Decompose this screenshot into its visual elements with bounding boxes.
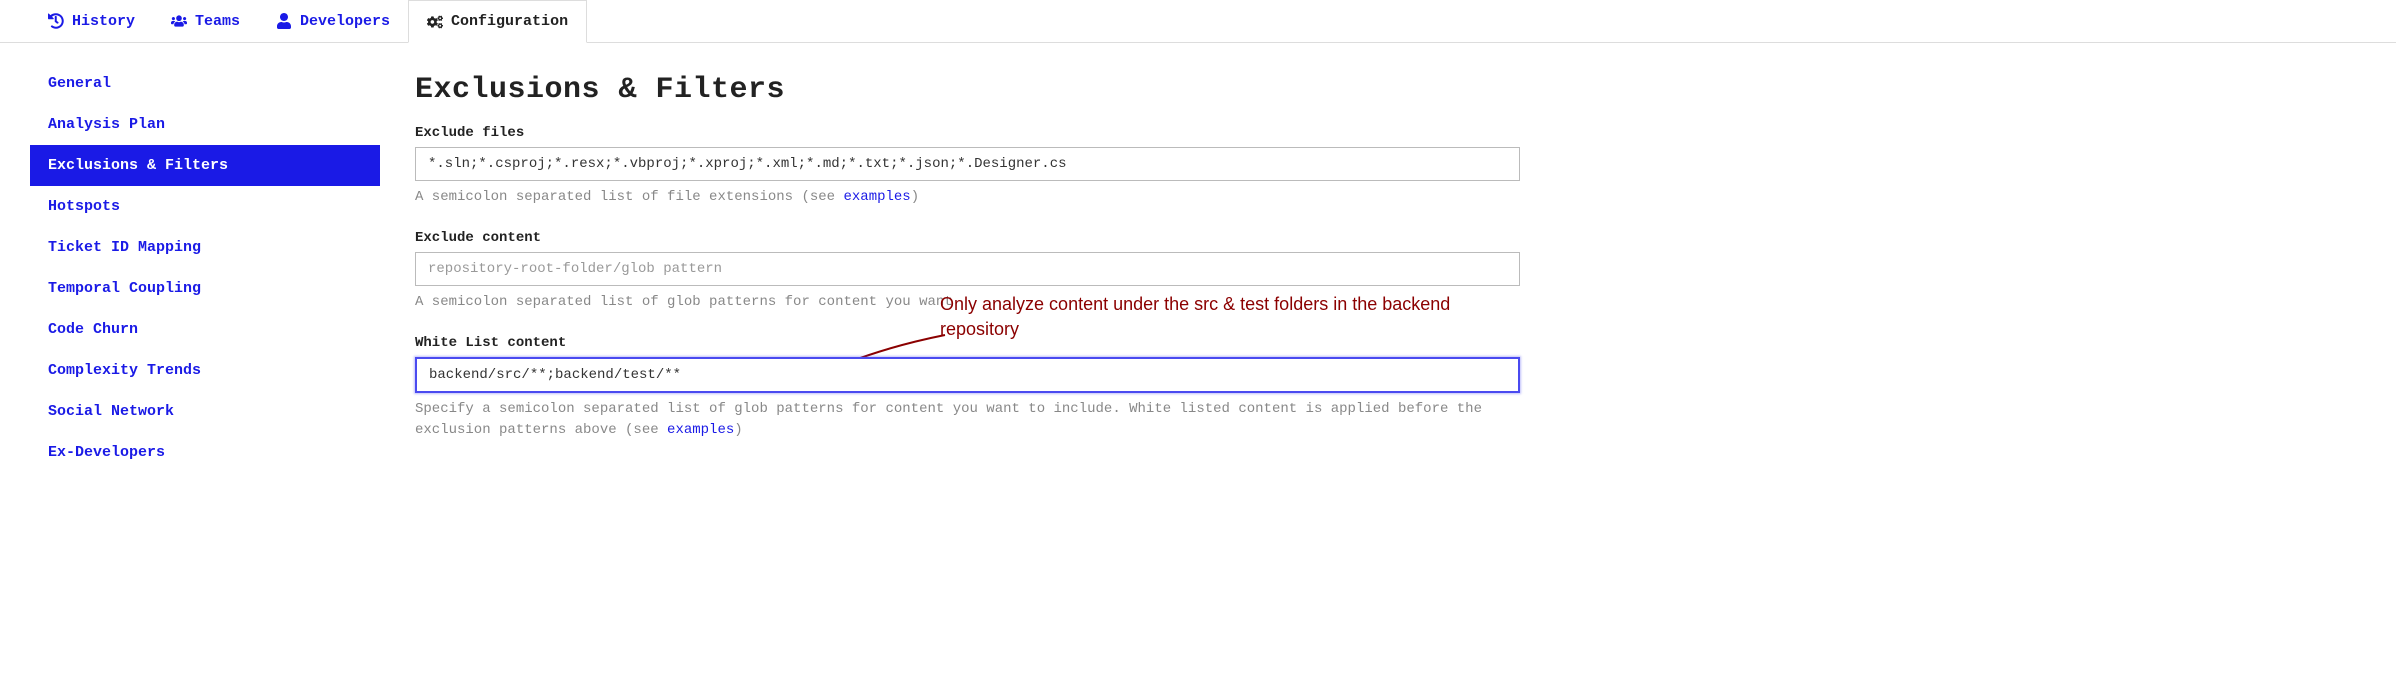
tab-label: Configuration bbox=[451, 13, 568, 30]
content-area: General Analysis Plan Exclusions & Filte… bbox=[0, 43, 2396, 473]
tab-configuration[interactable]: Configuration bbox=[408, 0, 587, 43]
field-whitelist-content: White List content Specify a semicolon s… bbox=[415, 335, 1520, 441]
examples-link[interactable]: examples bbox=[667, 422, 734, 438]
exclude-content-label: Exclude content bbox=[415, 230, 1520, 246]
exclude-files-input[interactable] bbox=[415, 147, 1520, 181]
tab-developers[interactable]: Developers bbox=[258, 0, 408, 42]
tab-label: Teams bbox=[195, 13, 240, 30]
history-icon bbox=[48, 13, 64, 29]
gears-icon bbox=[427, 14, 443, 30]
user-icon bbox=[276, 13, 292, 29]
page-title: Exclusions & Filters bbox=[415, 73, 1520, 107]
sidebar-item-exclusions-filters[interactable]: Exclusions & Filters bbox=[30, 145, 380, 186]
tab-label: Developers bbox=[300, 13, 390, 30]
sidebar-item-analysis-plan[interactable]: Analysis Plan bbox=[30, 104, 380, 145]
sidebar-item-temporal-coupling[interactable]: Temporal Coupling bbox=[30, 268, 380, 309]
field-exclude-content: Exclude content A semicolon separated li… bbox=[415, 230, 1520, 313]
sidebar: General Analysis Plan Exclusions & Filte… bbox=[0, 63, 380, 473]
exclude-content-input[interactable] bbox=[415, 252, 1520, 286]
sidebar-item-code-churn[interactable]: Code Churn bbox=[30, 309, 380, 350]
sidebar-item-ex-developers[interactable]: Ex-Developers bbox=[30, 432, 380, 473]
field-exclude-files: Exclude files A semicolon separated list… bbox=[415, 125, 1520, 208]
tab-teams[interactable]: Teams bbox=[153, 0, 258, 42]
sidebar-item-hotspots[interactable]: Hotspots bbox=[30, 186, 380, 227]
whitelist-input[interactable] bbox=[415, 357, 1520, 393]
tab-bar: History Teams Developers Configuration bbox=[0, 0, 2396, 43]
sidebar-item-ticket-id-mapping[interactable]: Ticket ID Mapping bbox=[30, 227, 380, 268]
users-icon bbox=[171, 13, 187, 29]
sidebar-item-social-network[interactable]: Social Network bbox=[30, 391, 380, 432]
exclude-files-label: Exclude files bbox=[415, 125, 1520, 141]
tab-label: History bbox=[72, 13, 135, 30]
tab-history[interactable]: History bbox=[30, 0, 153, 42]
examples-link[interactable]: examples bbox=[843, 189, 910, 205]
main-panel: Exclusions & Filters Exclude files A sem… bbox=[380, 63, 1560, 473]
sidebar-item-complexity-trends[interactable]: Complexity Trends bbox=[30, 350, 380, 391]
whitelist-label: White List content bbox=[415, 335, 1520, 351]
sidebar-item-general[interactable]: General bbox=[30, 63, 380, 104]
exclude-files-help: A semicolon separated list of file exten… bbox=[415, 187, 1520, 208]
whitelist-help: Specify a semicolon separated list of gl… bbox=[415, 399, 1520, 441]
